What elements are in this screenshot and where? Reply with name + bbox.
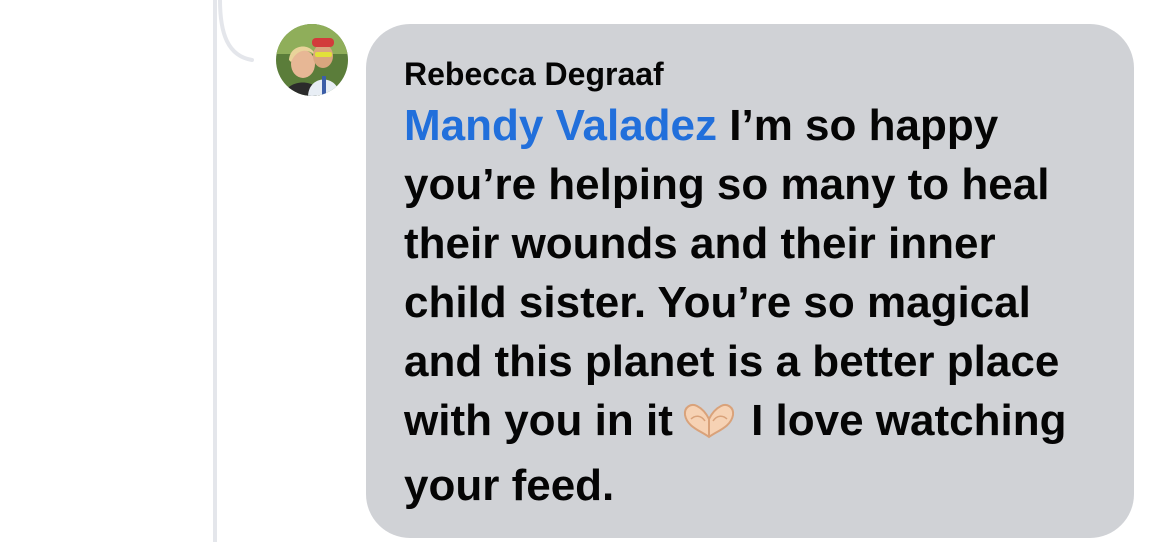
comment-author-name[interactable]: Rebecca Degraaf: [404, 54, 1104, 94]
reply-thread-curve: [218, 0, 254, 62]
comment-bubble: Rebecca Degraaf Mandy Valadez I’m so hap…: [366, 24, 1134, 538]
reply-thread-line: [213, 0, 217, 542]
comment-text: Mandy Valadez I’m so happy you’re helpin…: [404, 96, 1104, 515]
heart-hands-icon: [679, 397, 739, 456]
mention-link[interactable]: Mandy Valadez: [404, 101, 717, 150]
comment-body-text: I’m so happy you’re helping so many to h…: [404, 101, 1060, 445]
avatar[interactable]: [276, 24, 348, 96]
